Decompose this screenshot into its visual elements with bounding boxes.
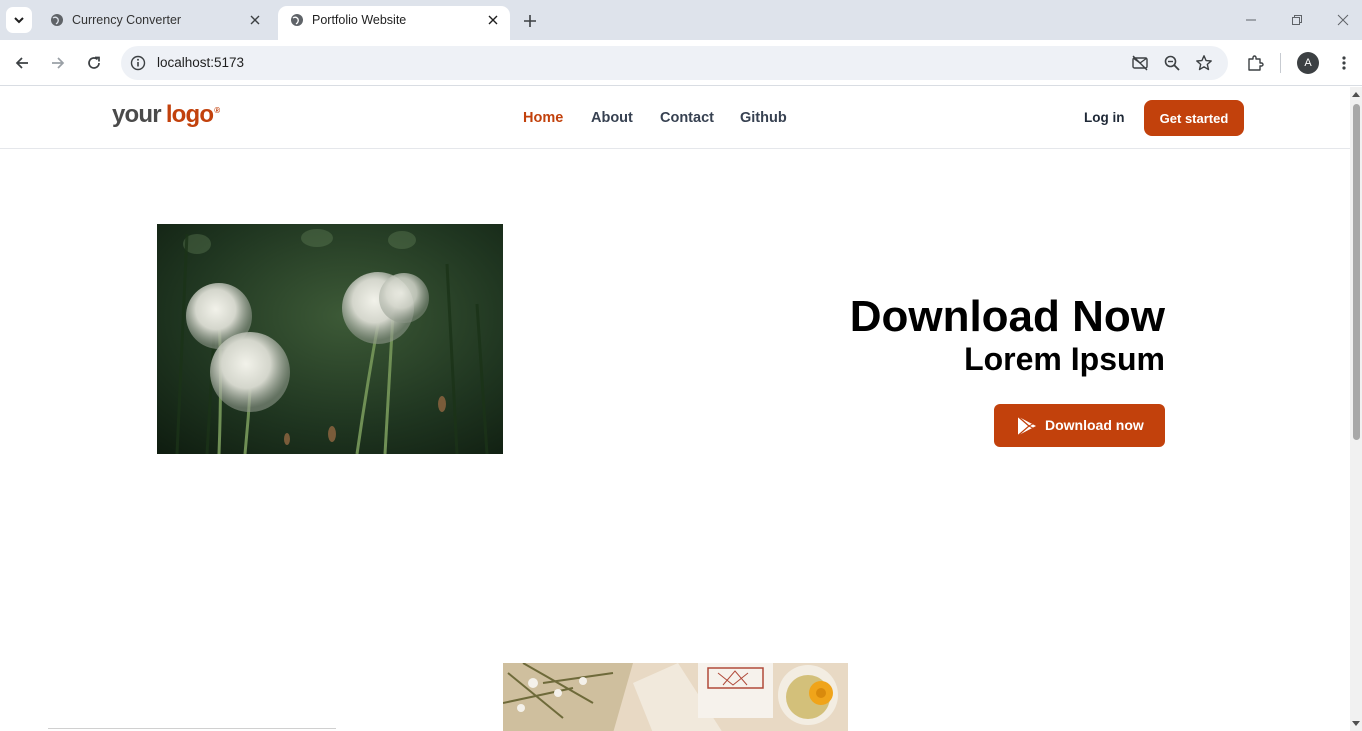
restore-button[interactable] [1287,10,1307,30]
nav-github[interactable]: Github [740,110,787,126]
globe-icon [51,14,63,26]
logo-text-your: your [112,101,162,128]
reload-button[interactable] [82,51,106,75]
site-logo[interactable]: your logo ® [112,101,220,129]
nav-contact[interactable]: Contact [660,110,714,126]
browser-menu-button[interactable] [1332,51,1356,75]
minimize-icon [1246,19,1256,21]
zoom-icon[interactable] [1162,53,1182,73]
hero-image [157,224,503,454]
close-icon[interactable] [248,13,262,27]
close-icon [1337,14,1349,26]
download-button-label: Download now [1045,417,1144,433]
browser-toolbar: localhost:5173 A [0,40,1362,86]
restore-icon [1292,15,1302,25]
more-vertical-icon [1342,56,1346,70]
site-info-icon[interactable] [129,54,147,72]
hero-subtitle: Lorem Ipsum [964,341,1165,377]
download-now-button[interactable]: Download now [994,404,1165,447]
scroll-thumb[interactable] [1353,104,1360,440]
eye-off-icon[interactable] [1130,53,1150,73]
login-link[interactable]: Log in [1084,110,1125,125]
globe-icon [291,14,303,26]
site-header: your logo ® Home About Contact Github Lo… [0,87,1350,149]
url-text[interactable]: localhost:5173 [157,55,244,70]
scroll-down-arrow[interactable] [1352,721,1360,726]
profile-avatar[interactable]: A [1297,52,1319,74]
close-icon[interactable] [486,13,500,27]
tab-currency-converter[interactable]: Currency Converter [38,0,272,40]
page-viewport: your logo ® Home About Contact Github Lo… [0,87,1350,731]
reload-icon [88,56,100,69]
arrow-right-icon [52,57,65,69]
page-scrollbar[interactable] [1350,87,1362,731]
chevron-down-icon [14,17,24,24]
nav-about[interactable]: About [591,110,633,126]
craft-supplies-image [503,663,848,731]
plus-icon [524,15,536,27]
browser-tab-strip: Currency Converter Portfolio Website [0,0,1362,40]
close-window-button[interactable] [1333,10,1353,30]
logo-text-logo: logo [165,101,214,128]
back-button[interactable] [10,51,34,75]
logo-registered-mark: ® [214,106,220,115]
new-tab-button[interactable] [520,11,540,31]
extensions-button[interactable] [1243,51,1267,75]
scroll-up-arrow[interactable] [1352,92,1360,97]
play-store-icon [1017,416,1036,436]
puzzle-icon [1248,55,1264,71]
tab-search-button[interactable] [6,7,32,33]
address-bar[interactable]: localhost:5173 [121,46,1228,80]
arrow-left-icon [15,57,28,69]
get-started-button[interactable]: Get started [1144,100,1244,136]
forward-button[interactable] [46,51,70,75]
tab-title: Portfolio Website [312,13,407,27]
minimize-button[interactable] [1241,10,1261,30]
nav-home[interactable]: Home [523,110,563,126]
toolbar-divider [1280,53,1281,73]
tab-portfolio-website[interactable]: Portfolio Website [278,6,510,40]
hero-title: Download Now [849,292,1165,341]
star-icon[interactable] [1194,53,1214,73]
tab-title: Currency Converter [72,13,182,27]
